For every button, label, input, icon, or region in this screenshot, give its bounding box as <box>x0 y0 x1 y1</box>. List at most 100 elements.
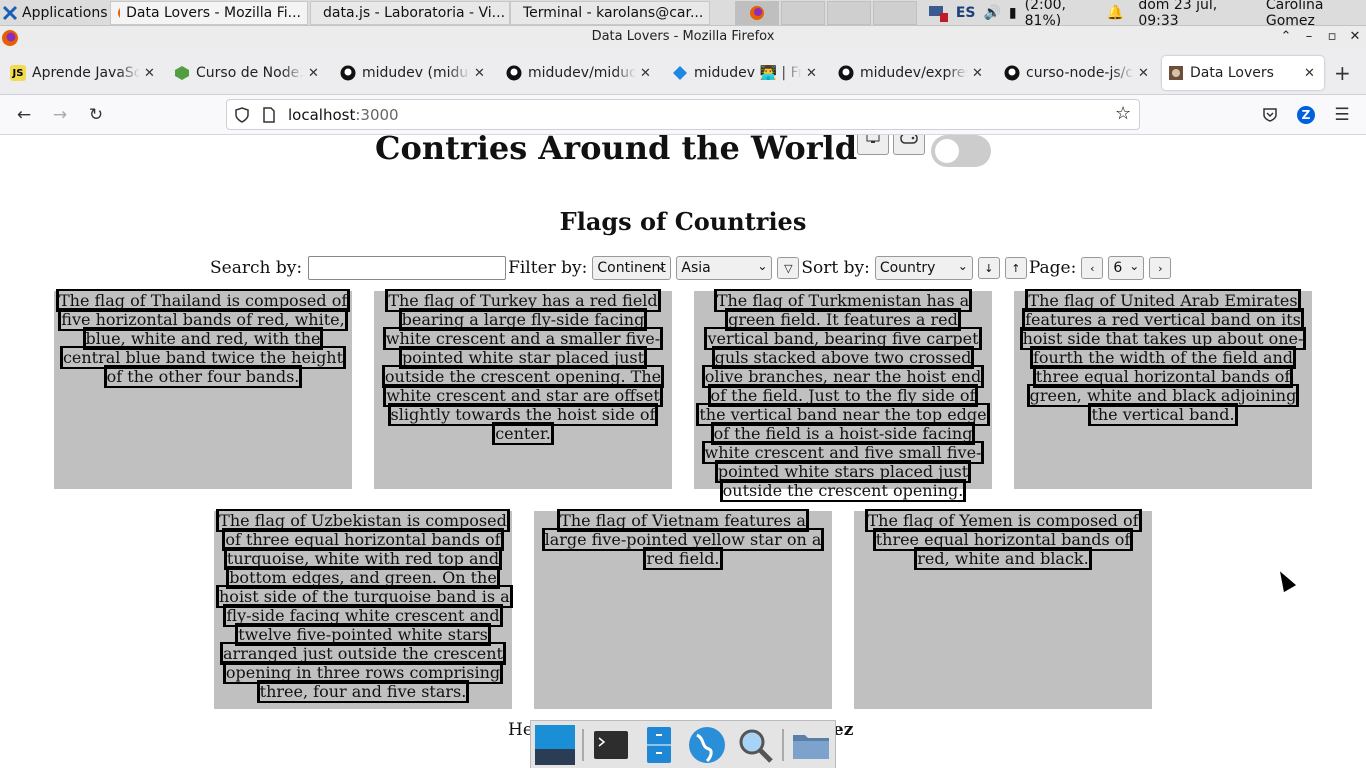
flag-card-turkey[interactable]: The flag of Turkey has a red field beari… <box>374 289 672 489</box>
flag-card-uzbekistan[interactable]: The flag of Uzbekistan is composed of th… <box>214 509 513 709</box>
keyboard-layout[interactable]: ES <box>956 5 976 21</box>
maximize-icon[interactable]: ▫ <box>1323 28 1341 46</box>
workspace-1[interactable] <box>735 1 779 25</box>
filter-value-select[interactable]: Asia ⌄ <box>676 256 773 280</box>
hamburger-menu-icon[interactable]: ☰ <box>1330 103 1354 127</box>
tab-curso-node[interactable]: Curso de Node.js ✕ <box>168 56 328 90</box>
filter-label: Filter by: <box>508 258 588 278</box>
close-tab-icon[interactable]: ✕ <box>806 66 820 81</box>
flag-card-thailand[interactable]: The flag of Thailand is composed of five… <box>54 289 352 489</box>
firefox-icon <box>118 7 121 19</box>
folder-icon[interactable] <box>791 725 831 765</box>
task-label: Terminal - karolans@car... <box>523 5 704 21</box>
web-browser-globe-icon[interactable] <box>687 725 727 765</box>
tab-midudev-express[interactable]: midudev/express ✕ <box>832 56 992 90</box>
minimize-icon[interactable]: – <box>1300 28 1318 46</box>
sort-field-select[interactable]: Country ⌄ <box>874 256 973 280</box>
tab-label: Data Lovers <box>1190 65 1274 81</box>
github-icon <box>1004 65 1020 81</box>
applications-menu[interactable]: Applications ⋮ <box>2 0 126 26</box>
filter-field-select[interactable]: Continent ⌄ <box>592 256 672 280</box>
workspace-4[interactable] <box>873 1 917 25</box>
taskbar-vscode[interactable]: data.js - Laboratoria - Vi... <box>310 1 510 25</box>
flag-card-vietnam[interactable]: The flag of Vietnam features a large fiv… <box>534 509 832 709</box>
reload-icon[interactable]: ↻ <box>84 103 108 127</box>
flag-card-yemen[interactable]: The flag of Yemen is composed of three e… <box>854 509 1152 709</box>
chevron-down-icon: ⌄ <box>957 259 968 273</box>
theme-toggle-switch[interactable] <box>931 135 991 167</box>
show-desktop-icon[interactable] <box>535 725 575 765</box>
workspace-3[interactable] <box>827 1 871 25</box>
new-tab-plus-icon[interactable]: + <box>1334 61 1351 85</box>
volume-icon[interactable]: 🔊 <box>983 5 1000 21</box>
tab-label: curso-node-js/cl <box>1026 65 1134 81</box>
taskbar-firefox[interactable]: Data Lovers - Mozilla Fi... <box>110 1 308 25</box>
zotero-extension-icon[interactable]: Z <box>1297 106 1315 124</box>
xfce-logo-icon <box>2 5 18 21</box>
desktop-view-icon[interactable] <box>857 135 889 155</box>
close-window-icon[interactable]: ✕ <box>1346 28 1364 46</box>
flag-description: The flag of Turkey has a red field beari… <box>381 289 665 445</box>
tab-midudev-profile[interactable]: midudev (midudev) ✕ <box>334 56 494 90</box>
battery-status: (2:00, 81%) <box>1024 0 1066 29</box>
close-tab-icon[interactable]: ✕ <box>640 66 654 81</box>
chevron-down-icon: ⌄ <box>1129 259 1140 273</box>
file-cabinet-icon[interactable] <box>639 725 679 765</box>
close-tab-icon[interactable]: ✕ <box>474 66 488 81</box>
sort-ascending-icon[interactable]: ↓ <box>977 257 1000 279</box>
battery-icon[interactable]: ▮ <box>1009 5 1017 21</box>
previous-page-chevron-icon[interactable]: ‹ <box>1081 257 1104 279</box>
chevron-down-icon: ⌄ <box>656 259 667 273</box>
workspace-2[interactable] <box>781 1 825 25</box>
tab-aprende-javascript[interactable]: JS Aprende JavaScript ✕ <box>4 56 164 90</box>
close-tab-icon[interactable]: ✕ <box>1304 66 1318 81</box>
flag-description: The flag of Uzbekistan is composed of th… <box>216 509 513 703</box>
close-tab-icon[interactable]: ✕ <box>144 66 158 81</box>
sort-label: Sort by: <box>801 258 870 278</box>
flag-card-turkmenistan[interactable]: The flag of Turkmenistan has a green fie… <box>694 289 992 502</box>
tab-label: midudev (midudev) <box>362 65 470 81</box>
tab-strip: JS Aprende JavaScript ✕ Curso de Node.js… <box>0 50 1366 95</box>
clock[interactable]: dom 23 jul, 09:33 <box>1138 0 1250 29</box>
back-arrow-icon[interactable]: ← <box>12 103 36 127</box>
bookmark-star-icon[interactable]: ☆ <box>1115 103 1131 124</box>
url-port: :3000 <box>355 106 399 124</box>
close-tab-icon[interactable]: ✕ <box>308 66 322 81</box>
pocket-icon[interactable] <box>1262 107 1278 123</box>
url-bar[interactable]: localhost:3000 ☆ <box>226 99 1140 130</box>
sort-descending-icon[interactable]: ↑ <box>1004 257 1027 279</box>
flag-description: The flag of Turkmenistan has a green fie… <box>696 289 990 502</box>
terminal-icon[interactable] <box>591 725 631 765</box>
close-tab-icon[interactable]: ✕ <box>1138 66 1152 81</box>
notification-bell-icon[interactable]: 🔔 <box>1107 5 1124 21</box>
user-menu[interactable]: Carolina Gomez <box>1266 0 1366 29</box>
controls-bar: Search by: Filter by: Continent ⌄ Asia ⌄ ▽… <box>210 255 1172 281</box>
window-titlebar[interactable]: Data Lovers - Mozilla Firefox ⌃ – ▫ ✕ <box>0 26 1366 50</box>
task-label: Data Lovers - Mozilla Fi... <box>126 5 301 21</box>
dock <box>530 720 836 768</box>
tab-label: Aprende JavaScript <box>32 65 140 81</box>
filter-value: Asia <box>681 260 711 276</box>
gamepad-icon[interactable] <box>893 135 925 155</box>
search-input[interactable] <box>308 256 507 280</box>
tab-curso-node-repo[interactable]: curso-node-js/cl ✕ <box>998 56 1158 90</box>
page-content: Contries Around the World Flags of Count… <box>0 135 1366 768</box>
tab-label: midudev/midudev <box>528 65 636 81</box>
magnifier-search-icon[interactable] <box>735 725 775 765</box>
network-disconnected-icon[interactable] <box>928 4 948 22</box>
tab-midudev-frontend[interactable]: midudev 👨‍💻 | Fro ✕ <box>666 56 826 90</box>
tab-data-lovers[interactable]: Data Lovers ✕ <box>1162 56 1324 90</box>
next-page-chevron-icon[interactable]: › <box>1149 257 1172 279</box>
forward-arrow-icon[interactable]: → <box>48 103 72 127</box>
page-number-value: 6 <box>1113 260 1123 276</box>
shield-icon[interactable] <box>234 107 250 123</box>
filter-funnel-icon[interactable]: ▽ <box>777 257 800 279</box>
page-number-select[interactable]: 6 ⌄ <box>1108 256 1145 280</box>
window-shade-icon[interactable]: ⌃ <box>1277 28 1295 46</box>
tab-label: Curso de Node.js <box>196 65 304 81</box>
page-info-icon[interactable] <box>261 107 277 123</box>
flag-card-uae[interactable]: The flag of United Arab Emirates feature… <box>1014 289 1312 489</box>
taskbar-terminal[interactable]: Terminal - karolans@car... <box>510 1 710 25</box>
close-tab-icon[interactable]: ✕ <box>972 66 986 81</box>
tab-midudev-repo[interactable]: midudev/midudev ✕ <box>500 56 660 90</box>
